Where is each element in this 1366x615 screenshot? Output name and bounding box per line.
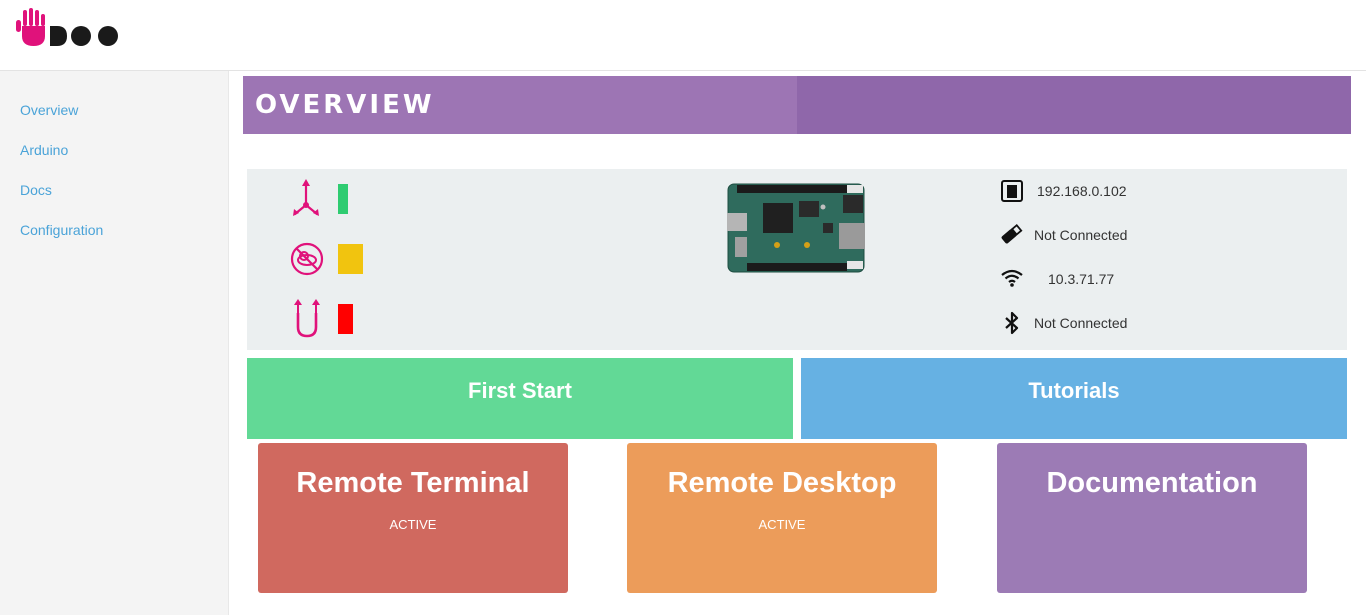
ethernet-icon xyxy=(1001,180,1023,207)
tutorials-button[interactable]: Tutorials xyxy=(801,358,1347,439)
usb-level-bar xyxy=(338,304,353,334)
sidebar-item-configuration[interactable]: Configuration xyxy=(20,222,103,238)
sidebar: Overview Arduino Docs Configuration xyxy=(0,71,229,615)
usb-drive-icon xyxy=(999,223,1023,250)
bluetooth-icon xyxy=(1004,311,1020,340)
status-panel: 192.168.0.102 Not Connected 10.3.71.77 N… xyxy=(247,169,1347,350)
no-cloud-icon xyxy=(289,241,325,282)
udoo-board-image xyxy=(727,183,867,280)
tutorials-label: Tutorials xyxy=(1028,378,1120,403)
udoo-logo[interactable] xyxy=(14,6,124,55)
remote-desktop-status: ACTIVE xyxy=(758,517,806,532)
remote-terminal-status: ACTIVE xyxy=(389,517,437,532)
documentation-title: Documentation xyxy=(1046,467,1258,499)
page-title: OVERVIEW xyxy=(255,90,435,120)
sensors-level-bar xyxy=(338,184,348,214)
documentation-card[interactable]: Documentation xyxy=(997,443,1307,593)
remote-terminal-card[interactable]: Remote Terminal ACTIVE xyxy=(258,443,568,593)
first-start-label: First Start xyxy=(468,378,572,403)
usb-connection-icon xyxy=(293,299,321,344)
page-title-bar: OVERVIEW xyxy=(243,76,1351,134)
remote-terminal-title: Remote Terminal xyxy=(296,467,530,499)
sidebar-item-arduino[interactable]: Arduino xyxy=(20,142,68,158)
sidebar-item-overview[interactable]: Overview xyxy=(20,102,78,118)
wifi-ip: 10.3.71.77 xyxy=(1048,271,1115,287)
ethernet-ip: 192.168.0.102 xyxy=(1037,183,1127,199)
remote-desktop-title: Remote Desktop xyxy=(667,467,897,499)
cloud-level-bar xyxy=(338,244,363,274)
header xyxy=(0,0,1366,71)
usb-status: Not Connected xyxy=(1034,227,1128,243)
first-start-button[interactable]: First Start xyxy=(247,358,793,439)
wifi-icon xyxy=(1001,269,1023,292)
sidebar-item-docs[interactable]: Docs xyxy=(20,182,52,198)
remote-desktop-card[interactable]: Remote Desktop ACTIVE xyxy=(627,443,937,593)
bluetooth-status: Not Connected xyxy=(1034,315,1128,331)
sensors-icon xyxy=(291,179,321,222)
